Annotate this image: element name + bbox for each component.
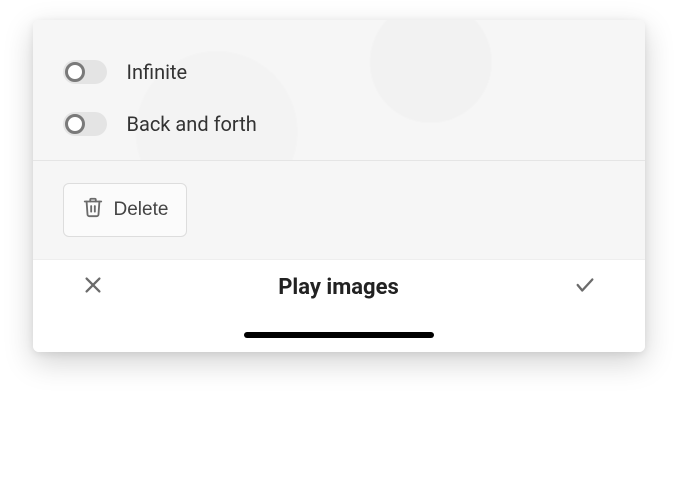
delete-button-label: Delete (114, 199, 169, 221)
back-and-forth-row: Back and forth (63, 98, 615, 150)
infinite-label: Infinite (127, 60, 188, 84)
confirm-button[interactable] (555, 274, 615, 300)
toggle-knob-icon (65, 62, 85, 82)
footer-bar: Play images (33, 259, 645, 304)
back-and-forth-label: Back and forth (127, 112, 257, 136)
check-icon (574, 274, 596, 300)
cancel-button[interactable] (63, 274, 123, 300)
footer-title: Play images (123, 275, 555, 300)
settings-panel: Infinite Back and forth Delete (33, 20, 645, 352)
home-indicator[interactable] (244, 332, 434, 338)
back-and-forth-toggle[interactable] (63, 112, 107, 136)
toggle-settings-section: Infinite Back and forth (33, 20, 645, 160)
delete-section: Delete (33, 160, 645, 259)
infinite-toggle[interactable] (63, 60, 107, 84)
home-indicator-area (33, 304, 645, 352)
delete-button[interactable]: Delete (63, 183, 188, 237)
toggle-knob-icon (65, 114, 85, 134)
close-icon (82, 274, 104, 300)
trash-icon (82, 196, 104, 224)
infinite-row: Infinite (63, 46, 615, 98)
